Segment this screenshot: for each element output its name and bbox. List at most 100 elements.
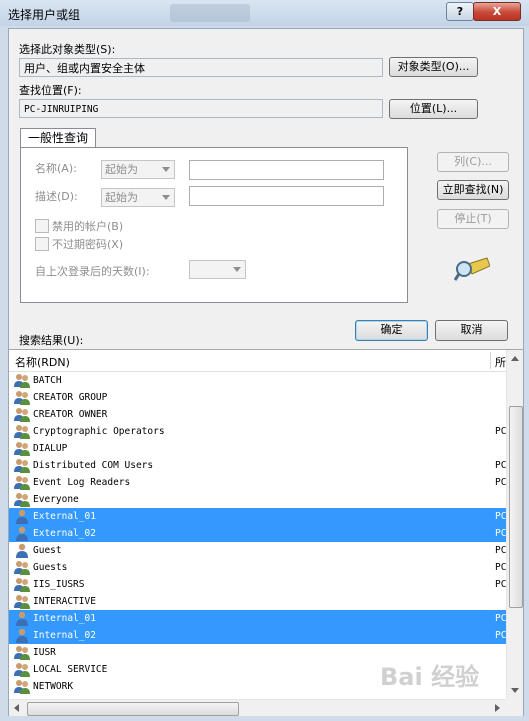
non-expiring-password-checkbox[interactable]	[35, 237, 49, 251]
column-header-name[interactable]: 名称(RDN)	[15, 354, 70, 370]
group-icon	[14, 374, 30, 388]
result-name: Cryptographic Operators	[33, 426, 165, 437]
chevron-down-icon	[162, 195, 170, 200]
result-row[interactable]: CREATOR GROUP	[9, 389, 506, 406]
help-button[interactable]: ?	[446, 2, 474, 21]
result-name: LOCAL SERVICE	[33, 664, 108, 675]
tab-common-queries[interactable]: 一般性查询	[20, 128, 96, 149]
result-name: CREATOR OWNER	[33, 409, 108, 420]
result-name: Event Log Readers	[33, 477, 131, 488]
result-row[interactable]: IIS_IUSRS PC	[9, 576, 506, 593]
group-icon	[14, 663, 30, 677]
object-types-button[interactable]: 对象类型(O)...	[389, 57, 478, 77]
result-name: Guest	[33, 545, 62, 556]
result-name: Internal_01	[33, 613, 96, 624]
result-name: DIALUP	[33, 443, 68, 454]
chevron-down-icon	[233, 267, 241, 272]
description-label: 描述(D):	[35, 190, 78, 203]
result-row[interactable]: Guest PC	[9, 542, 506, 559]
column-header-folder[interactable]: 所	[495, 354, 506, 370]
result-name: External_02	[33, 528, 96, 539]
name-mode-select[interactable]: 起始为	[101, 160, 175, 179]
name-mode-value: 起始为	[105, 163, 138, 176]
ok-button[interactable]: 确定	[355, 320, 428, 341]
close-button[interactable]: X	[473, 2, 521, 21]
result-name: NETWORK	[33, 681, 74, 692]
results-header: 名称(RDN) 所	[9, 350, 506, 372]
object-type-value: 用户、组或内置安全主体	[19, 58, 383, 77]
user-icon	[16, 509, 28, 524]
result-row[interactable]: Internal_02 PC	[9, 627, 506, 644]
watermark-logo: Bai 经验	[380, 663, 480, 691]
result-name: IIS_IUSRS	[33, 579, 85, 590]
group-icon	[14, 408, 30, 422]
result-row[interactable]: Distributed COM Users PC	[9, 457, 506, 474]
user-icon	[16, 628, 28, 643]
chevron-down-icon	[162, 167, 170, 172]
result-folder: PC	[495, 460, 507, 471]
result-folder: PC	[495, 562, 507, 573]
group-icon	[14, 459, 30, 473]
result-folder: PC	[495, 613, 507, 624]
result-row[interactable]: DIALUP	[9, 440, 506, 457]
result-name: IUSR	[33, 647, 56, 658]
user-icon	[16, 543, 28, 558]
columns-button[interactable]: 列(C)...	[437, 152, 509, 172]
result-name: CREATOR GROUP	[33, 392, 108, 403]
results-label: 搜索结果(U):	[19, 334, 84, 347]
result-name: BATCH	[33, 375, 62, 386]
description-mode-value: 起始为	[105, 191, 138, 204]
days-since-logon-select[interactable]	[189, 260, 246, 279]
result-row[interactable]: INTERACTIVE	[9, 593, 506, 610]
result-name: Internal_02	[33, 630, 96, 641]
result-name: Everyone	[33, 494, 79, 505]
result-name: External_01	[33, 511, 96, 522]
scroll-up-icon[interactable]	[511, 356, 519, 361]
column-divider[interactable]	[490, 352, 491, 369]
horizontal-scroll-thumb[interactable]	[27, 702, 239, 716]
name-input[interactable]	[189, 160, 384, 180]
title-bar[interactable]: 选择用户或组 ? X	[0, 0, 529, 26]
find-now-button[interactable]: 立即查找(N)	[437, 180, 509, 200]
window-title: 选择用户或组	[8, 8, 81, 22]
description-input[interactable]	[189, 186, 384, 206]
result-row[interactable]: Everyone	[9, 491, 506, 508]
scroll-left-icon[interactable]	[14, 704, 19, 712]
result-row[interactable]: Internal_01 PC	[9, 610, 506, 627]
days-since-logon-label: 自上次登录后的天数(I):	[35, 265, 150, 278]
disabled-accounts-label: 禁用的帐户(B)	[52, 220, 124, 233]
location-value: PC-JINRUIPING	[19, 99, 383, 118]
result-row[interactable]: Event Log Readers PC	[9, 474, 506, 491]
result-row[interactable]: External_01 PC	[9, 508, 506, 525]
group-icon	[14, 476, 30, 490]
result-folder: PC	[495, 630, 507, 641]
description-mode-select[interactable]: 起始为	[101, 188, 175, 207]
group-icon	[14, 578, 30, 592]
result-folder: PC	[495, 579, 507, 590]
non-expiring-password-label: 不过期密码(X)	[52, 238, 124, 251]
name-label: 名称(A):	[35, 162, 77, 175]
search-flashlight-icon	[454, 257, 490, 281]
user-icon	[16, 526, 28, 541]
dialog-body: 选择此对象类型(S): 用户、组或内置安全主体 对象类型(O)... 查找位置(…	[8, 28, 524, 716]
result-row[interactable]: Cryptographic Operators PC	[9, 423, 506, 440]
vertical-scroll-thumb[interactable]	[509, 406, 523, 608]
stop-button[interactable]: 停止(T)	[437, 209, 509, 229]
result-row[interactable]: BATCH	[9, 372, 506, 389]
cancel-button[interactable]: 取消	[435, 320, 508, 341]
result-folder: PC	[495, 528, 507, 539]
result-folder: PC	[495, 477, 507, 488]
group-icon	[14, 425, 30, 439]
result-name: INTERACTIVE	[33, 596, 96, 607]
locations-button[interactable]: 位置(L)...	[389, 99, 478, 119]
result-row[interactable]: CREATOR OWNER	[9, 406, 506, 423]
object-type-label: 选择此对象类型(S):	[19, 43, 116, 56]
disabled-accounts-checkbox[interactable]	[35, 219, 49, 233]
location-label: 查找位置(F):	[19, 84, 82, 97]
result-row[interactable]: Guests PC	[9, 559, 506, 576]
user-icon	[16, 611, 28, 626]
query-panel: 名称(A): 起始为 描述(D): 起始为 禁用的帐户(B) 不过期密码(X) …	[20, 147, 408, 303]
group-icon	[14, 493, 30, 507]
result-row[interactable]: External_02 PC	[9, 525, 506, 542]
group-icon	[14, 595, 30, 609]
